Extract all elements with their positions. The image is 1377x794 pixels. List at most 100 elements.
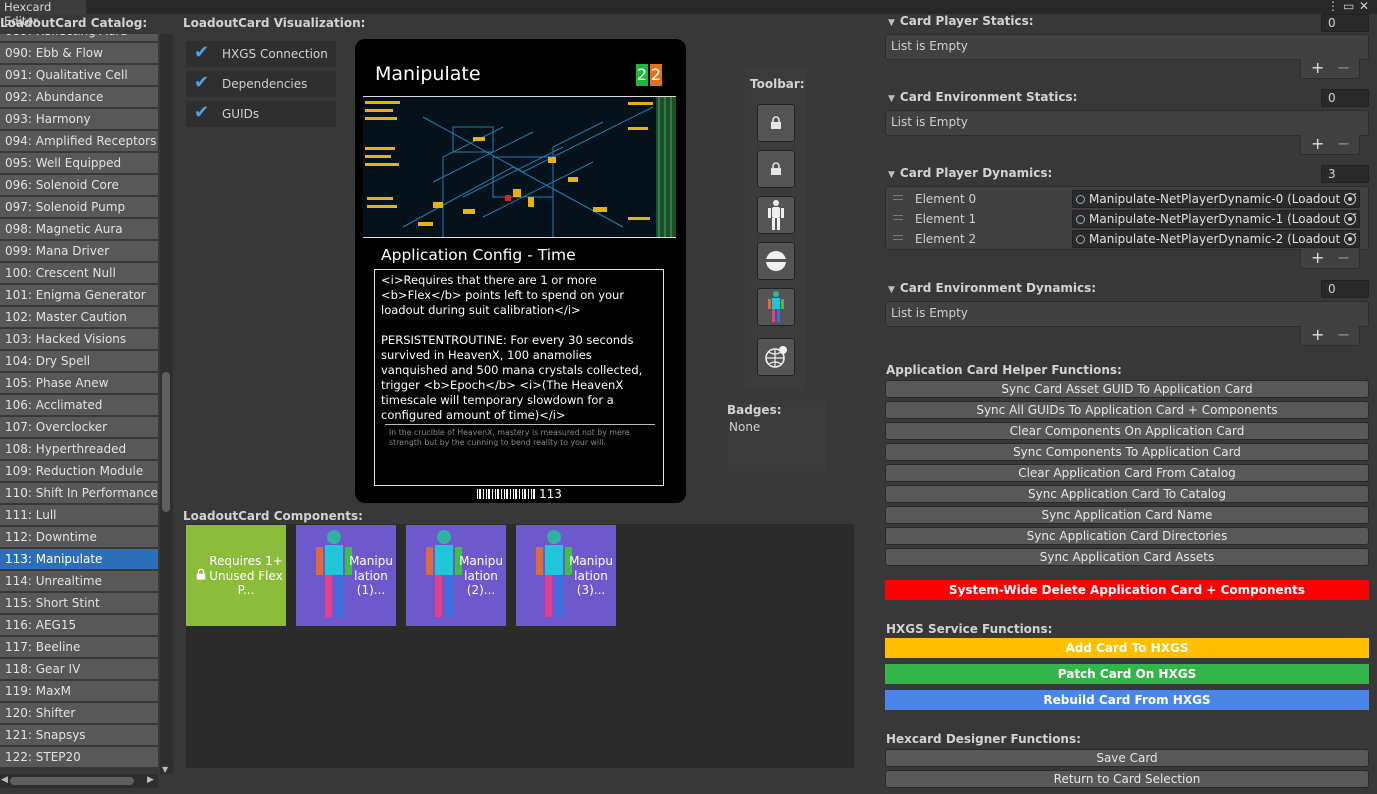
catalog-item[interactable]: 122: STEP20 bbox=[0, 747, 158, 767]
toggle-guids[interactable]: ✔ GUIDs bbox=[186, 101, 336, 127]
catalog-item[interactable]: 100: Crescent Null bbox=[0, 263, 158, 283]
catalog-item[interactable]: 118: Gear IV bbox=[0, 659, 158, 679]
scrollbar-thumb[interactable] bbox=[10, 777, 134, 785]
list-size-field[interactable]: 3 bbox=[1321, 165, 1369, 183]
close-icon[interactable]: ✕ bbox=[1359, 0, 1369, 13]
toggle-dependencies[interactable]: ✔ Dependencies bbox=[186, 71, 336, 97]
catalog-item[interactable]: 089: Reflecting Aura bbox=[0, 34, 158, 41]
remove-element-button[interactable]: − bbox=[1337, 248, 1350, 267]
catalog-item[interactable]: 117: Beeline bbox=[0, 637, 158, 657]
foldout-player-dynamics[interactable]: ▼ Card Player Dynamics: bbox=[888, 166, 1052, 180]
catalog-item[interactable]: 120: Shifter bbox=[0, 703, 158, 723]
catalog-item[interactable]: 109: Reduction Module bbox=[0, 461, 158, 481]
remove-element-button[interactable]: − bbox=[1337, 325, 1350, 344]
catalog-item[interactable]: 115: Short Stint bbox=[0, 593, 158, 613]
object-picker-icon[interactable] bbox=[1344, 213, 1356, 225]
add-card-to-hxgs-button[interactable]: Add Card To HXGS bbox=[885, 638, 1369, 658]
helper-function-button[interactable]: Sync Application Card Assets bbox=[885, 548, 1369, 566]
catalog-item[interactable]: 104: Dry Spell bbox=[0, 351, 158, 371]
component-tile[interactable]: Manipu lation (3)... bbox=[516, 525, 616, 626]
catalog-item[interactable]: 106: Acclimated bbox=[0, 395, 158, 415]
catalog-item[interactable]: 119: MaxM bbox=[0, 681, 158, 701]
save-card-button[interactable]: Save Card bbox=[885, 749, 1369, 767]
return-to-card-selection-button[interactable]: Return to Card Selection bbox=[885, 770, 1369, 788]
lock-button[interactable] bbox=[757, 104, 795, 142]
drag-handle-icon[interactable] bbox=[893, 235, 903, 240]
scrollbar-thumb[interactable] bbox=[162, 372, 170, 512]
component-tile[interactable]: Requires 1+ Unused Flex P... bbox=[186, 525, 286, 626]
catalog-item[interactable]: 102: Master Caution bbox=[0, 307, 158, 327]
helper-function-button[interactable]: Clear Components On Application Card bbox=[885, 422, 1369, 440]
humanoid-button[interactable] bbox=[757, 196, 795, 234]
object-picker-icon[interactable] bbox=[1344, 193, 1356, 205]
catalog-item[interactable]: 110: Shift In Performance bbox=[0, 483, 158, 503]
helper-function-button[interactable]: Sync Application Card Name bbox=[885, 506, 1369, 524]
catalog-vertical-scrollbar[interactable]: ▼ bbox=[160, 34, 173, 774]
catalog-item[interactable]: 101: Enigma Generator bbox=[0, 285, 158, 305]
add-element-button[interactable]: + bbox=[1311, 325, 1324, 344]
foldout-environment-dynamics[interactable]: ▼ Card Environment Dynamics: bbox=[888, 281, 1096, 295]
maximize-icon[interactable]: ▭ bbox=[1343, 0, 1354, 13]
object-field[interactable]: Manipulate-NetPlayerDynamic-2 (Loadout E… bbox=[1072, 230, 1360, 248]
inspector-scrollbar[interactable] bbox=[1371, 14, 1377, 780]
list-size-field[interactable]: 0 bbox=[1321, 89, 1369, 107]
helper-function-button[interactable]: Clear Application Card From Catalog bbox=[885, 464, 1369, 482]
rebuild-card-from-hxgs-button[interactable]: Rebuild Card From HXGS bbox=[885, 690, 1369, 710]
scroll-down-arrow-icon[interactable]: ▼ bbox=[162, 765, 168, 774]
object-picker-icon[interactable] bbox=[1344, 233, 1356, 245]
catalog-item[interactable]: 114: Unrealtime bbox=[0, 571, 158, 591]
catalog-item[interactable]: 094: Amplified Receptors bbox=[0, 131, 158, 151]
add-element-button[interactable]: + bbox=[1311, 58, 1324, 77]
system-wide-delete-button[interactable]: System-Wide Delete Application Card + Co… bbox=[885, 580, 1369, 600]
catalog-item[interactable]: 093: Harmony bbox=[0, 109, 158, 129]
catalog-item[interactable]: 116: AEG15 bbox=[0, 615, 158, 635]
catalog-item[interactable]: 090: Ebb & Flow bbox=[0, 43, 158, 63]
remove-element-button[interactable]: − bbox=[1337, 134, 1350, 153]
catalog-horizontal-scrollbar[interactable]: ◀ ▶ bbox=[0, 774, 158, 788]
object-field[interactable]: Manipulate-NetPlayerDynamic-0 (Loadout E… bbox=[1072, 190, 1360, 208]
drag-handle-icon[interactable] bbox=[893, 215, 903, 220]
list-size-field[interactable]: 0 bbox=[1321, 14, 1369, 32]
catalog-item[interactable]: 103: Hacked Visions bbox=[0, 329, 158, 349]
catalog-item[interactable]: 121: Snapsys bbox=[0, 725, 158, 745]
kebab-menu-icon[interactable]: ⋮ bbox=[1327, 0, 1339, 13]
catalog-list[interactable]: 089: Reflecting Aura 090: Ebb & Flow091: … bbox=[0, 34, 158, 769]
helper-function-button[interactable]: Sync Application Card Directories bbox=[885, 527, 1369, 545]
helper-function-button[interactable]: Sync All GUIDs To Application Card + Com… bbox=[885, 401, 1369, 419]
helper-function-button[interactable]: Sync Card Asset GUID To Application Card bbox=[885, 380, 1369, 398]
catalog-item[interactable]: 097: Solenoid Pump bbox=[0, 197, 158, 217]
add-element-button[interactable]: + bbox=[1311, 248, 1324, 267]
catalog-item[interactable]: 111: Lull bbox=[0, 505, 158, 525]
component-tile[interactable]: Manipu lation (2)... bbox=[406, 525, 506, 626]
catalog-item[interactable]: 105: Phase Anew bbox=[0, 373, 158, 393]
window-title-tab[interactable]: Hexcard Editor bbox=[0, 0, 86, 28]
list-size-field[interactable]: 0 bbox=[1321, 280, 1369, 298]
globe-button[interactable] bbox=[757, 338, 795, 376]
catalog-item[interactable]: 112: Downtime bbox=[0, 527, 158, 547]
catalog-item[interactable]: 107: Overclocker bbox=[0, 417, 158, 437]
helper-function-button[interactable]: Sync Components To Application Card bbox=[885, 443, 1369, 461]
helper-function-button[interactable]: Sync Application Card To Catalog bbox=[885, 485, 1369, 503]
scroll-left-arrow-icon[interactable]: ◀ bbox=[1, 775, 8, 785]
toggle-hxgs-connection[interactable]: ✔ HXGS Connection bbox=[186, 41, 336, 67]
add-element-button[interactable]: + bbox=[1311, 134, 1324, 153]
sphere-button[interactable] bbox=[757, 242, 795, 280]
lock-button[interactable] bbox=[757, 150, 795, 188]
scroll-right-arrow-icon[interactable]: ▶ bbox=[147, 775, 154, 785]
foldout-environment-statics[interactable]: ▼ Card Environment Statics: bbox=[888, 90, 1077, 104]
catalog-item[interactable]: 113: Manipulate bbox=[0, 549, 158, 569]
catalog-item[interactable]: 095: Well Equipped bbox=[0, 153, 158, 173]
catalog-item[interactable]: 092: Abundance bbox=[0, 87, 158, 107]
catalog-item[interactable]: 091: Qualitative Cell bbox=[0, 65, 158, 85]
catalog-item[interactable]: 108: Hyperthreaded bbox=[0, 439, 158, 459]
patch-card-on-hxgs-button[interactable]: Patch Card On HXGS bbox=[885, 664, 1369, 684]
object-field[interactable]: Manipulate-NetPlayerDynamic-1 (Loadout E… bbox=[1072, 210, 1360, 228]
colored-humanoid-button[interactable] bbox=[757, 288, 795, 326]
catalog-item[interactable]: 096: Solenoid Core bbox=[0, 175, 158, 195]
catalog-item[interactable]: 098: Magnetic Aura bbox=[0, 219, 158, 239]
foldout-player-statics[interactable]: ▼ Card Player Statics: bbox=[888, 14, 1034, 28]
component-tile[interactable]: Manipu lation (1)... bbox=[296, 525, 396, 626]
drag-handle-icon[interactable] bbox=[893, 195, 903, 200]
catalog-item[interactable]: 099: Mana Driver bbox=[0, 241, 158, 261]
remove-element-button[interactable]: − bbox=[1337, 58, 1350, 77]
